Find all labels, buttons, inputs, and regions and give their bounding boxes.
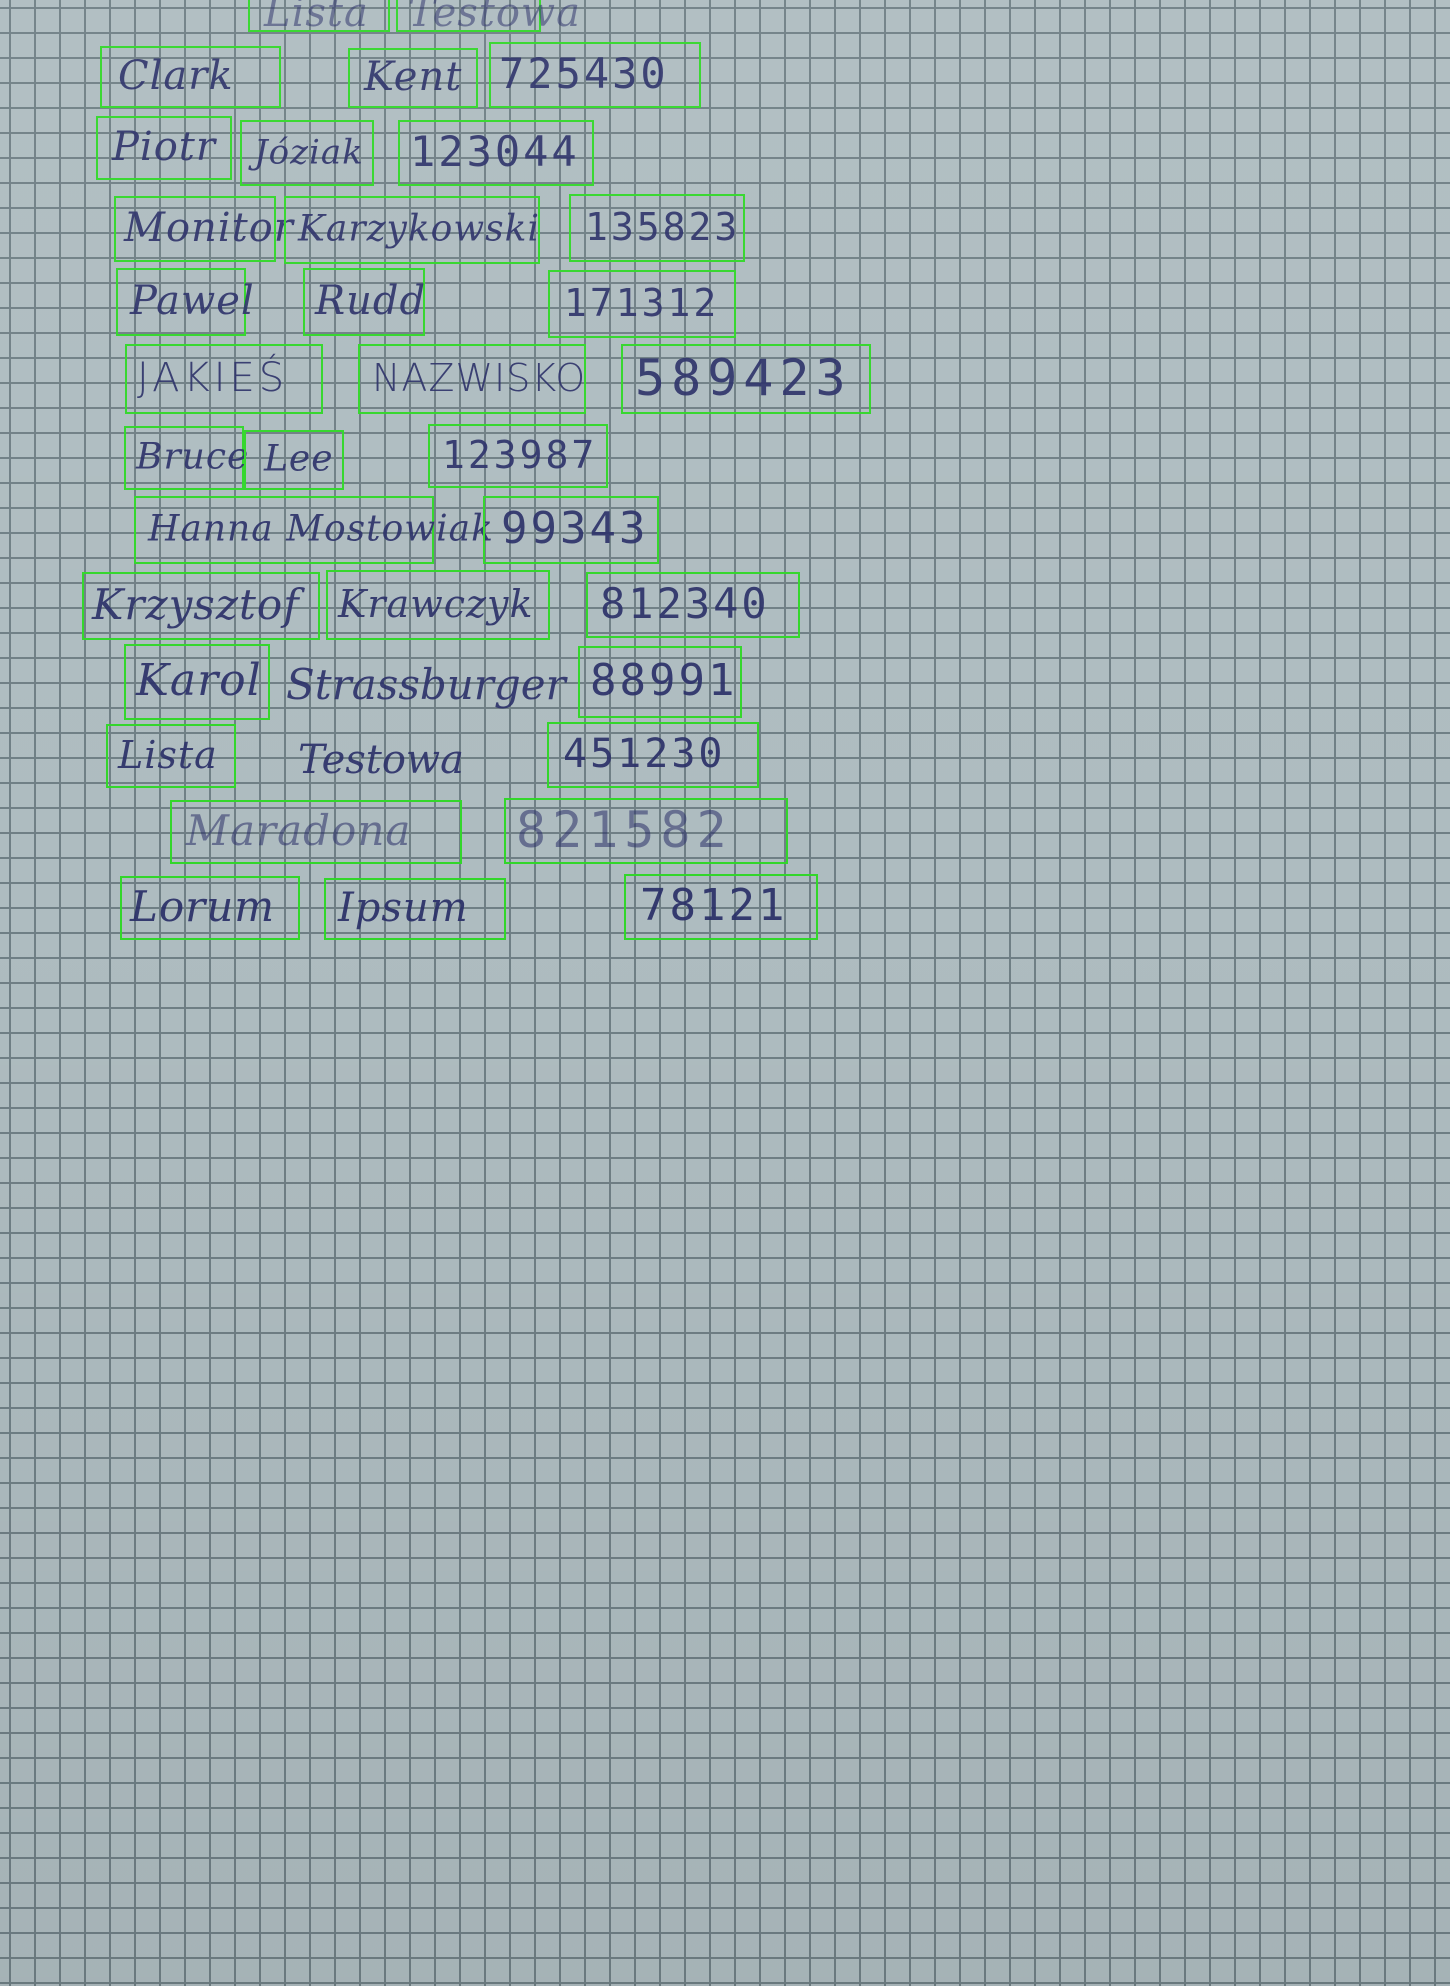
handwritten-first-name: JAKIEŚ (137, 355, 289, 402)
handwritten-number: 88991 (590, 655, 738, 707)
handwritten-first-name: Karol (136, 655, 262, 707)
word-box: Ipsum (324, 878, 506, 940)
handwritten-number: 123987 (442, 433, 598, 478)
word-box: Lorum (120, 876, 300, 940)
word-box: 812340 (586, 572, 800, 638)
handwritten-number: 589423 (635, 349, 852, 407)
word-box: 123044 (398, 120, 594, 186)
word-box: Testowa (396, 0, 580, 33)
word-box: Clark (100, 46, 281, 108)
word-box: Józiak (240, 120, 374, 186)
word-box: JAKIEŚ (125, 344, 323, 414)
word-box: 99343 (483, 496, 659, 564)
word-box: 135823 (569, 194, 745, 262)
handwritten-number: 171312 (564, 281, 720, 326)
handwritten-number: 99343 (501, 503, 649, 555)
handwritten-last-name: Ipsum (338, 885, 469, 932)
word-box: 88991 (578, 646, 742, 718)
word-box: Lista (248, 0, 390, 37)
word-box: Maradona (170, 800, 462, 864)
handwritten-number: 135823 (585, 205, 741, 250)
word-box: 123987 (428, 424, 608, 488)
handwritten-number: 451230 (563, 731, 726, 778)
handwritten-first-name: Pawel (130, 278, 255, 325)
word-box: Kent (348, 48, 478, 108)
word-box: Karol (124, 644, 270, 720)
handwritten-first-name: Bruce (136, 436, 250, 478)
word-box: Pawel (116, 268, 254, 336)
word-box: Piotr (96, 116, 232, 180)
word-box: Karzykowski (284, 196, 540, 264)
word-box: 725430 (489, 42, 701, 108)
word-box: 589423 (621, 344, 871, 414)
word-box: Krawczyk (326, 570, 550, 640)
handwritten-last-name: Testowa (408, 0, 582, 37)
handwritten-first-name: Piotr (112, 124, 216, 171)
handwritten-number: 78121 (640, 880, 788, 932)
handwritten-number: 725430 (499, 49, 669, 99)
handwritten-first-name: Maradona (186, 806, 412, 856)
handwritten-number: 821582 (516, 801, 733, 859)
handwritten-last-name: Józiak (254, 132, 364, 173)
handwritten-first-name: Krzysztof (92, 580, 300, 630)
word-box: Lista (106, 724, 236, 788)
word-box: Monitor (114, 196, 293, 262)
handwritten-last-name: Testowa (298, 737, 465, 783)
handwritten-number: 812340 (600, 579, 770, 629)
word-box: 171312 (548, 270, 736, 338)
handwritten-last-name: Karzykowski (298, 208, 540, 250)
word-box: NAZWISKO (358, 344, 586, 414)
handwritten-first-name: Clark (118, 53, 234, 100)
handwritten-last-name: Strassburger (286, 660, 566, 709)
handwritten-first-name: Lista (264, 0, 369, 37)
word-box: Hanna Mostowiak (134, 496, 493, 564)
handwritten-first-name: Lorum (130, 882, 276, 932)
handwritten-last-name: Rudd (315, 278, 427, 325)
handwritten-first-name: Monitor (124, 205, 294, 252)
word-box: 821582 (504, 798, 788, 864)
handwritten-first-name: Lista (118, 733, 218, 778)
handwritten-last-name: Kent (364, 54, 463, 101)
word-box: 451230 (547, 722, 759, 788)
handwritten-full-name: Hanna Mostowiak (148, 508, 494, 550)
word-box: Rudd (303, 268, 425, 336)
word-box: 78121 (624, 874, 818, 940)
word-box: Krzysztof (82, 572, 320, 640)
graph-paper-sheet: Lista Testowa Clark Kent 725430 Piotr Jó… (0, 0, 1450, 1986)
handwritten-last-name: Lee (264, 438, 334, 480)
handwritten-last-name: NAZWISKO (372, 356, 587, 401)
handwritten-number: 123044 (410, 127, 580, 177)
word-box: Lee (244, 430, 344, 490)
handwritten-last-name: Krawczyk (338, 582, 534, 627)
word-box: Bruce (124, 426, 248, 490)
